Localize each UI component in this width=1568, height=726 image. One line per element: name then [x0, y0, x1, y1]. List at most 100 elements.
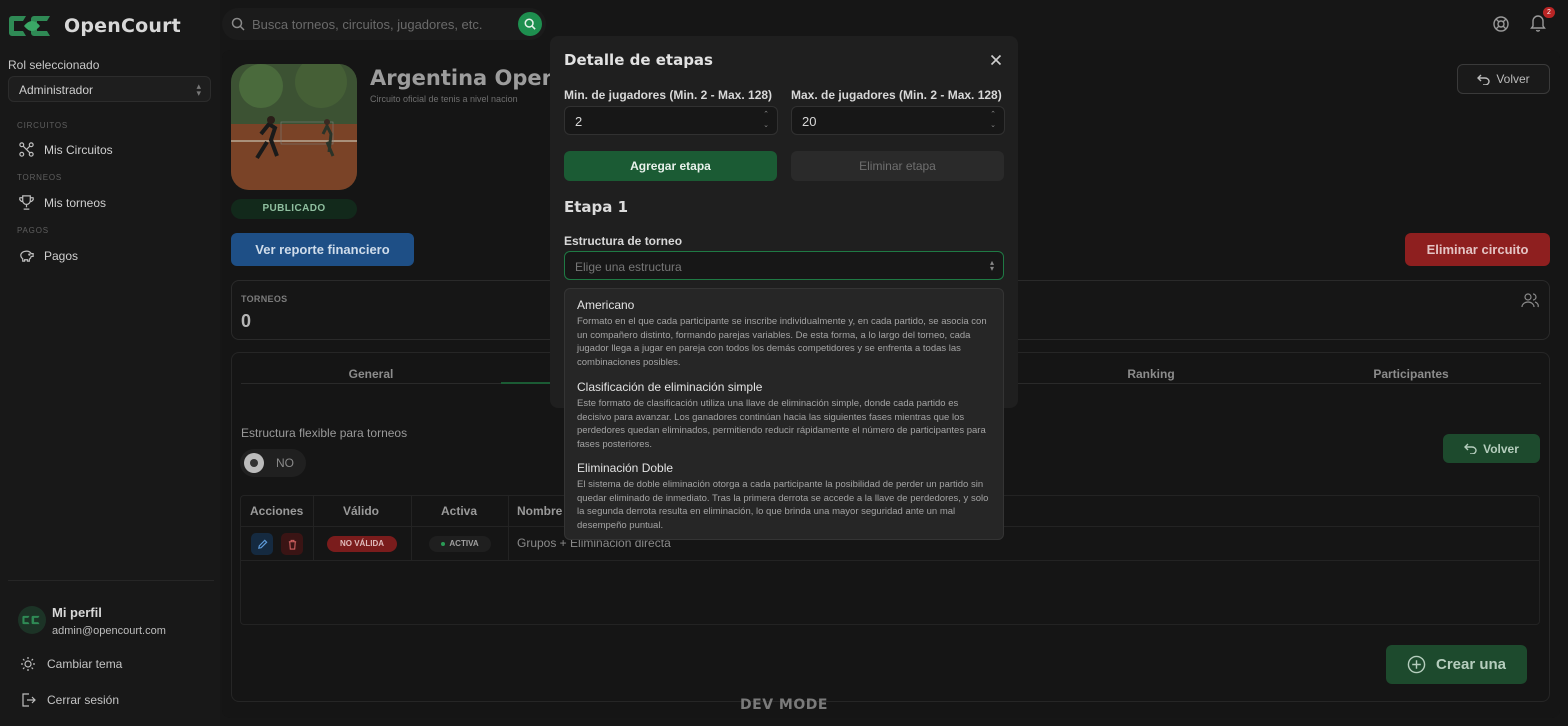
- column-divider: [508, 496, 509, 560]
- tennis-photo-image: [231, 64, 357, 190]
- min-players-value: 2: [575, 114, 583, 129]
- opencourt-logo-icon: [22, 615, 40, 625]
- stats-label: TORNEOS: [241, 294, 288, 304]
- sidebar-item-label: Mis Circuitos: [44, 142, 113, 157]
- pencil-icon: [257, 539, 267, 549]
- option-description: Formato en el que cada participante se i…: [577, 316, 987, 368]
- max-players-value: 20: [802, 114, 817, 129]
- tab-participantes[interactable]: Participantes: [1281, 367, 1541, 381]
- sidebar-item-mis-torneos[interactable]: Mis torneos: [18, 194, 106, 211]
- structure-option-eliminacion-doble[interactable]: Eliminación Doble El sistema de doble el…: [577, 461, 991, 532]
- column-divider: [411, 496, 412, 560]
- edit-structure-button[interactable]: [251, 533, 273, 555]
- plus-circle-icon: [1407, 655, 1426, 674]
- search-icon: [231, 17, 245, 31]
- piggy-bank-icon: [20, 250, 34, 262]
- stage-title: Etapa 1: [564, 198, 629, 216]
- column-header-acciones: Acciones: [250, 504, 304, 518]
- max-players-label: Max. de jugadores (Min. 2 - Max. 128): [791, 88, 1002, 102]
- structure-option-eliminacion-simple[interactable]: Clasificación de eliminación simple Este…: [577, 380, 991, 451]
- structure-dropdown: Americano Formato en el que cada partici…: [564, 288, 1004, 540]
- change-theme-label: Cambiar tema: [47, 657, 123, 671]
- profile-email: admin@opencourt.com: [52, 625, 166, 637]
- role-label: Rol seleccionado: [8, 58, 100, 72]
- structures-back-button[interactable]: Volver: [1443, 434, 1540, 463]
- trophy-icon: [19, 195, 34, 210]
- role-select[interactable]: Administrador ▴ ▾: [8, 76, 211, 102]
- users-icon: [1521, 293, 1539, 308]
- undo-arrow-icon: [1477, 74, 1490, 85]
- status-badge: PUBLICADO: [231, 199, 357, 219]
- circuit-icon: [19, 142, 34, 157]
- dev-mode-banner: DEV MODE: [740, 697, 828, 713]
- notification-badge: 2: [1543, 7, 1555, 18]
- sidebar-divider: [8, 580, 214, 581]
- financial-report-button[interactable]: Ver reporte financiero: [231, 233, 414, 266]
- row-divider: [241, 560, 1539, 561]
- option-title: Americano: [577, 298, 635, 312]
- search-submit-button[interactable]: [518, 12, 542, 36]
- sidebar-item-label: Mis torneos: [44, 195, 107, 210]
- trash-icon: [288, 539, 296, 550]
- toggle-label: NO: [276, 456, 294, 470]
- option-description: El sistema de doble eliminación otorga a…: [577, 479, 989, 531]
- chevron-up-down-icon: ▴ ▾: [196, 81, 201, 98]
- structure-option-americano[interactable]: Americano Formato en el que cada partici…: [577, 298, 991, 369]
- remove-stage-button[interactable]: Eliminar etapa: [791, 151, 1004, 181]
- sidebar-item-pagos[interactable]: Pagos: [18, 247, 78, 264]
- app-logo[interactable]: OpenCourt: [8, 10, 181, 42]
- close-icon[interactable]: [990, 54, 1002, 66]
- create-structure-button[interactable]: Crear una: [1386, 645, 1527, 684]
- column-header-nombre: Nombre: [517, 504, 563, 518]
- flexible-structure-toggle[interactable]: NO: [240, 449, 306, 477]
- tab-general[interactable]: General: [241, 367, 501, 381]
- sidebar-item-mis-circuitos[interactable]: Mis Circuitos: [18, 141, 113, 158]
- column-divider: [313, 496, 314, 560]
- sidebar-item-label: Pagos: [44, 248, 79, 263]
- opencourt-logo-icon: [9, 16, 50, 36]
- search-input[interactable]: [252, 14, 510, 34]
- min-players-input[interactable]: 2 ⌃ ⌄: [564, 106, 778, 135]
- stats-value: 0: [241, 311, 252, 331]
- flexible-structure-label: Estructura flexible para torneos: [241, 426, 408, 440]
- max-players-input[interactable]: 20 ⌃ ⌄: [791, 106, 1005, 135]
- option-description: Este formato de clasificación utiliza un…: [577, 398, 986, 450]
- structure-select[interactable]: Elige una estructura ▴ ▾: [564, 251, 1004, 280]
- option-title: Clasificación de eliminación simple: [577, 380, 763, 394]
- change-theme-button[interactable]: Cambiar tema: [20, 656, 122, 672]
- option-title: Eliminación Doble: [577, 461, 674, 475]
- page-title: Argentina Open: [370, 66, 557, 90]
- search-icon: [524, 18, 536, 30]
- profile-name[interactable]: Mi perfil: [52, 605, 102, 620]
- number-stepper-icon[interactable]: ⌃ ⌄: [759, 109, 773, 132]
- modal-title: Detalle de etapas: [564, 51, 713, 69]
- back-button-label: Volver: [1496, 72, 1530, 86]
- tab-ranking[interactable]: Ranking: [1021, 367, 1281, 381]
- min-players-label: Min. de jugadores (Min. 2 - Max. 128): [564, 88, 773, 102]
- bell-icon[interactable]: [1530, 14, 1546, 32]
- page-subtitle: Circuito oficial de tenis a nivel nacion: [370, 94, 518, 104]
- delete-circuit-button[interactable]: Eliminar circuito: [1405, 233, 1550, 266]
- avatar[interactable]: [18, 606, 46, 634]
- back-button[interactable]: Volver: [1457, 64, 1550, 94]
- section-label-circuitos: CIRCUITOS: [17, 121, 69, 130]
- column-header-activa: Activa: [441, 504, 478, 518]
- delete-structure-button[interactable]: [281, 533, 303, 555]
- help-lifebuoy-icon[interactable]: [1492, 15, 1510, 33]
- toggle-knob: [244, 453, 264, 473]
- create-structure-label: Crear una: [1435, 656, 1507, 673]
- circuit-cover-image: [231, 64, 357, 190]
- chevron-up-down-icon: ▴ ▾: [989, 258, 994, 273]
- active-badge-label: ACTIVA: [449, 539, 479, 548]
- undo-arrow-icon: [1464, 443, 1477, 454]
- structure-select-placeholder: Elige una estructura: [575, 260, 682, 274]
- structures-back-label: Volver: [1483, 441, 1519, 456]
- role-select-value: Administrador: [19, 83, 94, 97]
- sidebar: OpenCourt Rol seleccionado Administrador…: [0, 0, 220, 726]
- status-badge: NO VÁLIDA: [327, 536, 397, 552]
- sun-icon: [21, 657, 35, 671]
- number-stepper-icon[interactable]: ⌃ ⌄: [986, 109, 1000, 132]
- active-badge: ACTIVA: [429, 536, 491, 552]
- global-search: [222, 8, 546, 40]
- add-stage-button[interactable]: Agregar etapa: [564, 151, 777, 181]
